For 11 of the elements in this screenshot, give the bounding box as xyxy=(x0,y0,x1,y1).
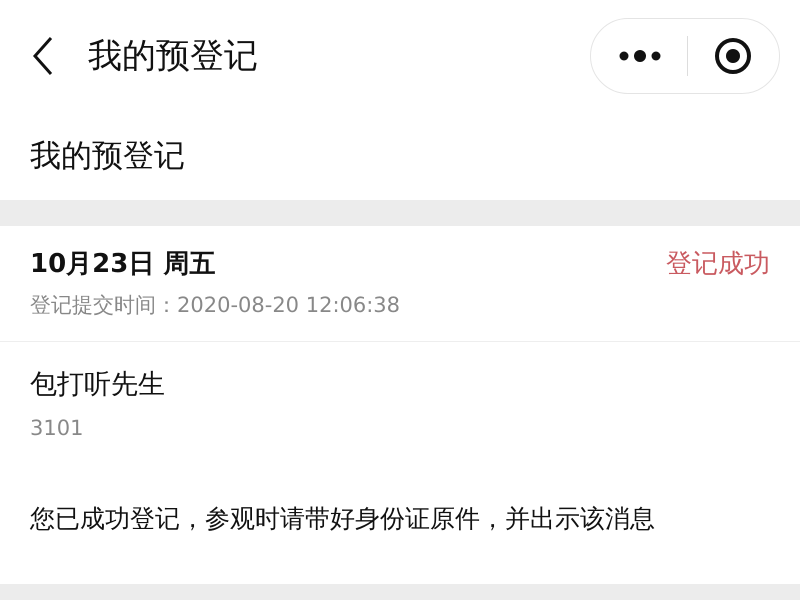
nav-title: 我的预登记 xyxy=(88,35,259,78)
visitor-code: 3101 xyxy=(30,416,84,440)
more-icon[interactable] xyxy=(618,49,662,63)
page-heading: 我的预登记 xyxy=(30,137,185,176)
success-message: 您已成功登记，参观时请带好身份证原件，并出示该消息 xyxy=(30,503,655,535)
status-label: 登记成功 xyxy=(666,248,770,281)
visitor-name: 包打听先生 xyxy=(30,368,165,402)
back-icon[interactable] xyxy=(32,36,54,76)
submit-time: 登记提交时间：2020-08-20 12:06:38 xyxy=(30,292,402,319)
visit-date: 10月23日 周五 xyxy=(30,248,216,281)
close-icon[interactable] xyxy=(712,36,752,76)
